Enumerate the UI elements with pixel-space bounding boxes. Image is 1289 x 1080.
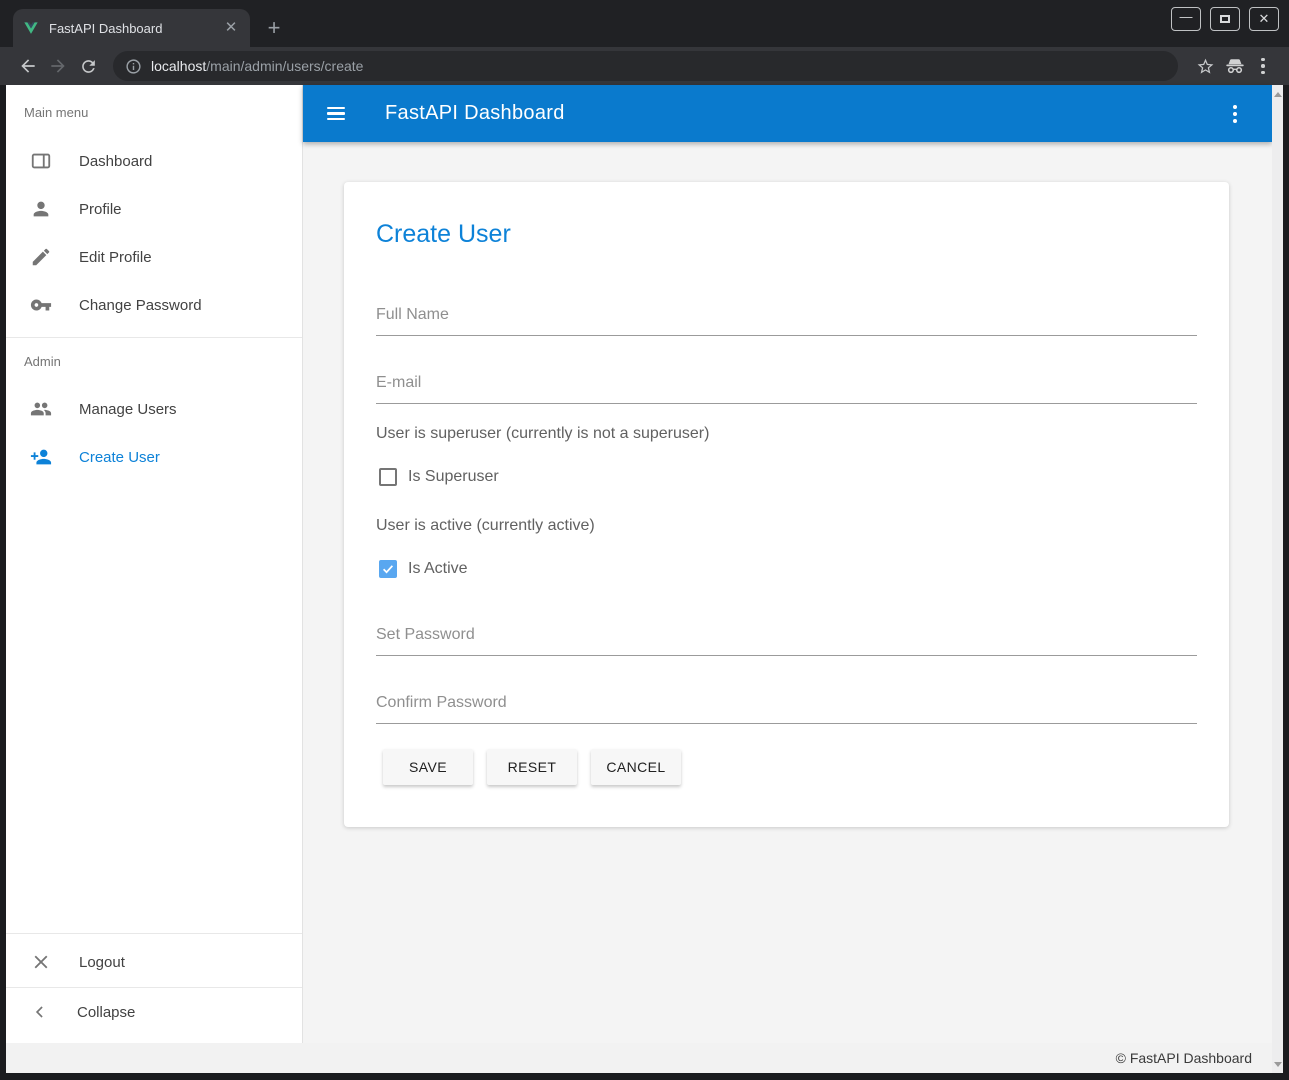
sidebar-item-dashboard[interactable]: Dashboard [6,137,302,185]
create-user-card: Create User Full Name E-mail User is sup… [344,182,1229,827]
close-x-icon [30,951,52,973]
reload-button[interactable] [73,51,103,81]
checkbox-checked-icon[interactable] [379,560,397,578]
people-icon [30,398,52,420]
bookmark-star-icon[interactable] [1190,51,1220,81]
reset-button[interactable]: RESET [487,749,577,785]
new-tab-button[interactable]: + [261,15,287,41]
email-input[interactable]: E-mail [376,372,1197,404]
browser-window: FastAPI Dashboard ✕ + — ✕ localhost/main… [0,0,1289,1080]
close-button[interactable]: ✕ [1249,7,1279,31]
sidebar-item-edit-profile[interactable]: Edit Profile [6,233,302,281]
form-buttons: SAVE RESET CANCEL [383,749,681,785]
is-active-checkbox-row[interactable]: Is Active [379,560,468,578]
hamburger-menu-icon[interactable] [327,107,345,121]
dashboard-icon [30,150,52,172]
tab-title: FastAPI Dashboard [49,21,222,36]
sidebar-item-label: Create User [79,449,160,466]
sidebar-item-label: Change Password [79,297,202,314]
url-path: /main/admin/users/create [206,58,363,74]
sidebar-item-profile[interactable]: Profile [6,185,302,233]
set-password-input[interactable]: Set Password [376,624,1197,656]
person-add-icon [30,446,52,468]
sidebar-divider [6,933,302,934]
sidebar-item-label: Collapse [77,1004,135,1021]
superuser-hint: User is superuser (currently is not a su… [376,425,709,443]
vue-logo-icon [23,20,39,36]
url-host: localhost [151,58,206,74]
page-scrollbar[interactable] [1272,85,1283,1073]
app-menu-icon[interactable] [1222,99,1248,129]
window-controls: — ✕ [1171,7,1279,31]
is-superuser-label: Is Superuser [408,468,499,486]
sidebar-item-label: Edit Profile [79,249,152,266]
back-button[interactable] [13,51,43,81]
sidebar-item-collapse[interactable]: Collapse [6,988,302,1036]
page-title: Create User [376,220,511,249]
sidebar: Main menu Dashboard Profile Edit Profile… [6,85,303,1043]
scroll-up-arrow-icon[interactable] [1272,88,1283,100]
sidebar-item-create-user[interactable]: Create User [6,433,302,481]
address-bar[interactable]: localhost/main/admin/users/create [113,51,1178,81]
sidebar-item-label: Logout [79,954,125,971]
active-hint: User is active (currently active) [376,517,595,535]
sidebar-item-change-password[interactable]: Change Password [6,281,302,329]
forward-button[interactable] [43,51,73,81]
page-footer: © FastAPI Dashboard [6,1043,1272,1073]
key-icon [30,294,52,316]
page-info-icon[interactable] [125,58,142,75]
sidebar-item-label: Dashboard [79,153,152,170]
set-password-placeholder: Set Password [376,624,1197,646]
browser-toolbar: localhost/main/admin/users/create [0,47,1289,85]
app-bar: FastAPI Dashboard [303,85,1272,142]
scroll-down-arrow-icon[interactable] [1272,1058,1283,1070]
copyright-text: © FastAPI Dashboard [1116,1050,1252,1066]
is-superuser-checkbox-row[interactable]: Is Superuser [379,468,499,486]
sidebar-section-main-menu: Main menu [24,105,88,120]
minimize-button[interactable]: — [1171,7,1201,31]
sidebar-item-label: Manage Users [79,401,177,418]
browser-menu-icon[interactable] [1250,51,1276,81]
incognito-icon [1220,51,1250,81]
is-active-label: Is Active [408,560,468,578]
email-placeholder: E-mail [376,372,1197,394]
sidebar-item-logout[interactable]: Logout [6,938,302,986]
confirm-password-input[interactable]: Confirm Password [376,692,1197,724]
cancel-button[interactable]: CANCEL [591,749,681,785]
tab-close-icon[interactable]: ✕ [222,19,240,37]
confirm-password-placeholder: Confirm Password [376,692,1197,714]
sidebar-divider [6,337,302,338]
app-title: FastAPI Dashboard [385,102,565,125]
person-icon [30,198,52,220]
save-button[interactable]: SAVE [383,749,473,785]
browser-tab[interactable]: FastAPI Dashboard ✕ [13,9,250,47]
pencil-icon [30,246,52,268]
sidebar-item-manage-users[interactable]: Manage Users [6,385,302,433]
browser-tab-bar: FastAPI Dashboard ✕ + — ✕ [0,0,1289,47]
full-name-input[interactable]: Full Name [376,304,1197,336]
sidebar-item-label: Profile [79,201,122,218]
checkbox-unchecked-icon[interactable] [379,468,397,486]
full-name-placeholder: Full Name [376,304,1197,326]
chevron-left-icon [30,1002,50,1022]
maximize-button[interactable] [1210,7,1240,31]
sidebar-section-admin: Admin [24,354,61,369]
page-viewport: Main menu Dashboard Profile Edit Profile… [6,85,1283,1073]
